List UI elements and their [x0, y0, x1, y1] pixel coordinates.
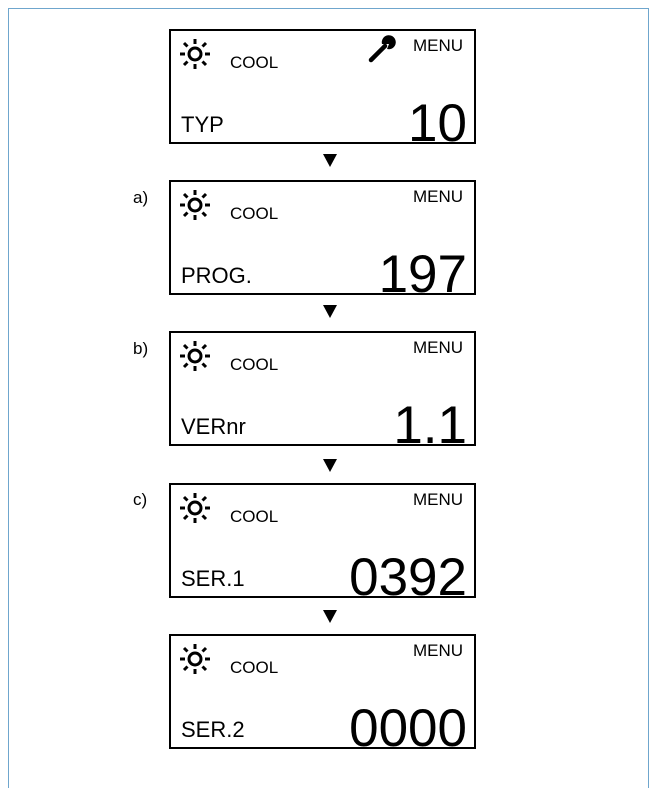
parameter-name: SER.2 — [181, 717, 245, 742]
parameter-name: VERnr — [181, 414, 246, 439]
lcd-screen-prog: COOL MENU PROG. 197 — [169, 180, 476, 301]
step-label: b) — [133, 339, 149, 358]
parameter-value: 0392 — [349, 548, 467, 607]
menu-label: MENU — [412, 36, 463, 55]
down-arrow-icon — [323, 305, 337, 318]
menu-label: MENU — [412, 641, 463, 660]
menu-label: MENU — [412, 490, 463, 509]
mode-label: COOL — [230, 507, 279, 526]
parameter-name: TYP — [181, 112, 224, 137]
lcd-screen-version: COOL MENU VERnr 1.1 — [169, 331, 476, 452]
step-label: a) — [133, 188, 149, 207]
sun-icon — [180, 190, 210, 220]
mode-label: COOL — [230, 204, 279, 223]
step-label: c) — [133, 490, 148, 509]
mode-label: COOL — [230, 355, 279, 374]
parameter-name: SER.1 — [181, 566, 245, 591]
parameter-value: 197 — [378, 245, 467, 304]
mode-label: COOL — [230, 658, 279, 677]
sun-icon — [180, 493, 210, 523]
wrench-icon — [368, 35, 396, 63]
lcd-screen-serial-2: COOL MENU SER.2 0000 — [169, 634, 476, 755]
parameter-value: 1.1 — [393, 396, 467, 455]
menu-label: MENU — [412, 338, 463, 357]
down-arrow-icon — [323, 459, 337, 472]
parameter-value: 0000 — [349, 699, 467, 758]
sun-icon — [180, 341, 210, 371]
mode-label: COOL — [230, 53, 279, 72]
sun-icon — [180, 39, 210, 69]
parameter-value: 10 — [408, 94, 467, 153]
parameter-name: PROG. — [181, 263, 252, 288]
down-arrow-icon — [323, 154, 337, 167]
sun-icon — [180, 644, 210, 674]
lcd-screen-typ: COOL MENU TYP 10 — [169, 29, 476, 150]
menu-label: MENU — [412, 187, 463, 206]
lcd-screen-serial-1: COOL MENU SER.1 0392 — [169, 483, 476, 604]
down-arrow-icon — [323, 610, 337, 623]
